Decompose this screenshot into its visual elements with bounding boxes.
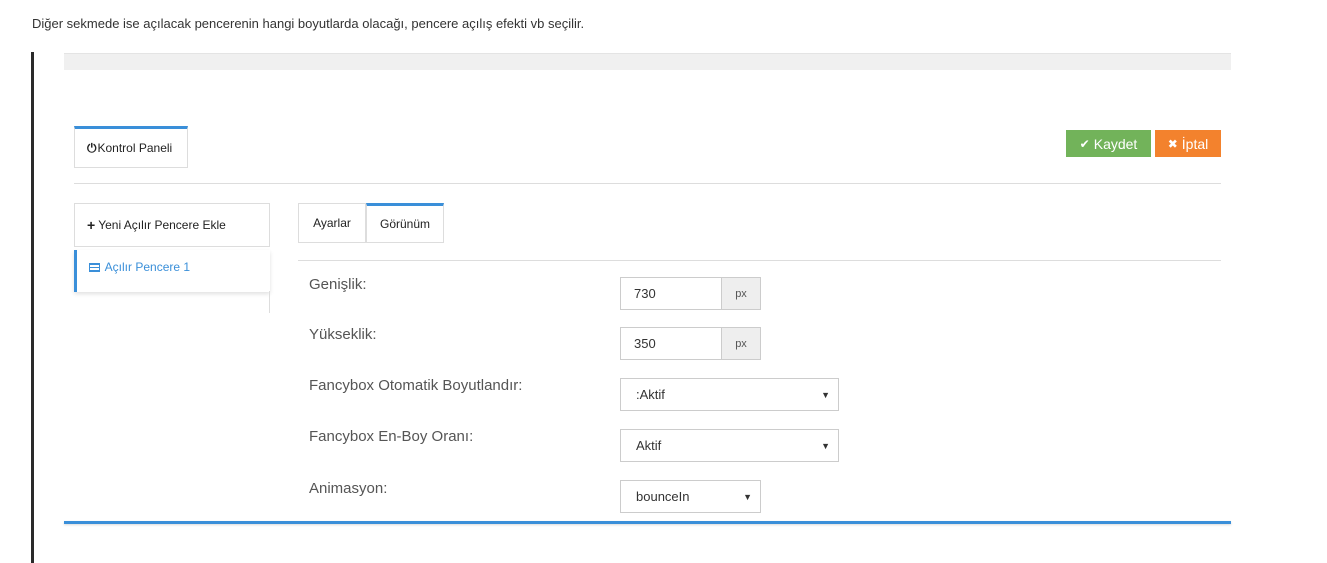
width-label: Genişlik: — [309, 276, 367, 293]
ratio-label: Fancybox En-Boy Oranı: — [309, 428, 474, 445]
intro-text: Diğer sekmede ise açılacak pencerenin ha… — [32, 16, 585, 31]
sidebar-item-popup-1[interactable]: Açılır Pencere 1 — [74, 250, 270, 292]
sidebar-item-label: Açılır Pencere 1 — [104, 260, 191, 274]
width-unit: px — [721, 277, 761, 310]
autosize-value: :Aktif — [636, 387, 665, 402]
tab-control-panel[interactable]: ⏻ Kontrol Paneli — [74, 126, 188, 168]
cancel-label: İptal — [1181, 135, 1209, 152]
sidebar-divider — [269, 291, 270, 313]
animation-label: Animasyon: — [309, 480, 388, 497]
tab-gorunum-label: Görünüm — [379, 217, 431, 231]
ratio-select[interactable]: Aktif ▼ — [620, 429, 839, 462]
ratio-value: Aktif — [636, 438, 662, 453]
list-icon — [89, 263, 100, 272]
autosize-select[interactable]: :Aktif ▼ — [620, 378, 839, 411]
close-icon: ✖ — [1167, 136, 1178, 151]
chevron-down-icon: ▼ — [821, 440, 830, 451]
plus-icon: + — [87, 217, 96, 233]
tab-ayarlar[interactable]: Ayarlar — [298, 203, 366, 243]
tab-gorunum[interactable]: Görünüm — [366, 203, 444, 243]
height-label: Yükseklik: — [309, 326, 377, 343]
power-icon: ⏻ — [87, 140, 97, 155]
panel-bottom-border — [64, 521, 1231, 524]
header-divider — [74, 183, 1221, 184]
chevron-down-icon: ▼ — [743, 491, 752, 502]
control-panel-label: Kontrol Paneli — [97, 141, 173, 155]
save-button[interactable]: ✔ Kaydet — [1066, 130, 1151, 157]
left-border — [31, 52, 34, 563]
top-strip — [64, 53, 1231, 70]
cancel-button[interactable]: ✖ İptal — [1155, 130, 1221, 157]
tabs-divider — [298, 260, 1221, 261]
add-popup-button[interactable]: + Yeni Açılır Pencere Ekle — [74, 203, 270, 247]
animation-select[interactable]: bounceIn ▼ — [620, 480, 761, 513]
sidebar: + Yeni Açılır Pencere Ekle Açılır Pencer… — [74, 203, 270, 292]
tab-ayarlar-label: Ayarlar — [313, 216, 351, 230]
chevron-down-icon: ▼ — [821, 389, 830, 400]
add-popup-label: Yeni Açılır Pencere Ekle — [98, 218, 226, 232]
height-unit: px — [721, 327, 761, 360]
width-input[interactable]: 730 — [620, 277, 722, 310]
animation-value: bounceIn — [636, 489, 690, 504]
check-icon: ✔ — [1079, 136, 1090, 151]
autosize-label: Fancybox Otomatik Boyutlandır: — [309, 377, 523, 394]
height-input[interactable]: 350 — [620, 327, 722, 360]
save-label: Kaydet — [1093, 135, 1138, 152]
